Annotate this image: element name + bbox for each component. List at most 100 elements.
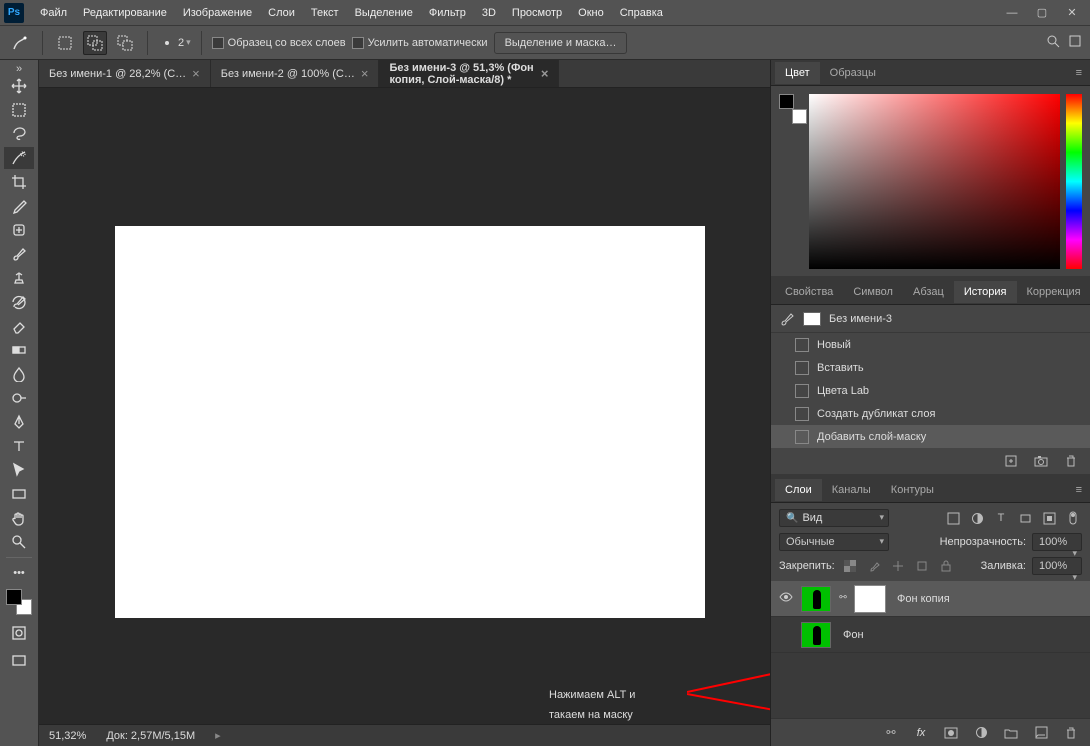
close-tab-icon[interactable]: × <box>541 66 549 81</box>
history-item[interactable]: Новый <box>771 333 1090 356</box>
close-tab-icon[interactable]: × <box>361 66 369 81</box>
toolbox-collapse[interactable]: » <box>4 64 34 74</box>
layer-name[interactable]: Фон копия <box>897 593 950 605</box>
filter-smart-icon[interactable] <box>1040 509 1058 527</box>
history-item[interactable]: Создать дубликат слоя <box>771 402 1090 425</box>
layer-thumbnail[interactable] <box>801 586 831 612</box>
fx-icon[interactable]: fx <box>912 724 930 742</box>
select-and-mask-button[interactable]: Выделение и маска… <box>494 32 628 54</box>
layer-mask-thumbnail[interactable] <box>855 586 885 612</box>
menu-item[interactable]: 3D <box>474 3 504 23</box>
lock-transparent-icon[interactable] <box>841 557 859 575</box>
brush-tool[interactable] <box>4 243 34 265</box>
healing-brush-tool[interactable] <box>4 219 34 241</box>
zoom-tool[interactable] <box>4 531 34 553</box>
layer-thumbnail[interactable] <box>801 622 831 648</box>
menu-item[interactable]: Текст <box>303 3 347 23</box>
rectangle-tool[interactable] <box>4 483 34 505</box>
type-tool[interactable] <box>4 435 34 457</box>
auto-enhance-checkbox[interactable]: Усилить автоматически <box>352 37 488 49</box>
marquee-tool[interactable] <box>4 99 34 121</box>
sample-all-layers-checkbox[interactable]: Образец со всех слоев <box>212 37 346 49</box>
filter-type-icon[interactable]: T <box>992 509 1010 527</box>
lock-position-icon[interactable] <box>889 557 907 575</box>
screen-mode-toggle[interactable] <box>4 650 34 672</box>
quick-mask-toggle[interactable] <box>4 622 34 644</box>
trash-icon[interactable] <box>1062 452 1080 470</box>
close-tab-icon[interactable]: × <box>192 66 200 81</box>
tab-Символ[interactable]: Символ <box>843 281 903 303</box>
mask-link-icon[interactable]: ⚯ <box>837 592 849 606</box>
background-color[interactable] <box>792 109 807 124</box>
quick-selection-tool[interactable] <box>4 147 34 169</box>
panel-menu-icon[interactable]: ≡ <box>1072 63 1086 83</box>
trash-icon[interactable] <box>1062 724 1080 742</box>
history-item[interactable]: Цвета Lab <box>771 379 1090 402</box>
menu-item[interactable]: Файл <box>32 3 75 23</box>
tab-Свойства[interactable]: Свойства <box>775 281 843 303</box>
selection-mode-add[interactable] <box>83 31 107 55</box>
layer-row[interactable]: ⚯ Фон копия <box>771 581 1090 617</box>
gradient-tool[interactable] <box>4 339 34 361</box>
tab-Абзац[interactable]: Абзац <box>903 281 954 303</box>
blend-mode-dropdown[interactable]: Обычные <box>779 533 889 551</box>
tab-Каналы[interactable]: Каналы <box>822 479 881 501</box>
path-selection-tool[interactable] <box>4 459 34 481</box>
selection-mode-new[interactable] <box>53 31 77 55</box>
adjustment-layer-icon[interactable] <box>972 724 990 742</box>
foreground-swatch[interactable] <box>6 589 22 605</box>
tab-История[interactable]: История <box>954 281 1017 303</box>
tab-Контуры[interactable]: Контуры <box>881 479 944 501</box>
doc-size[interactable]: Док: 2,57M/5,15M <box>106 730 195 742</box>
menu-item[interactable]: Редактирование <box>75 3 175 23</box>
lock-all-icon[interactable] <box>937 557 955 575</box>
group-icon[interactable] <box>1002 724 1020 742</box>
document-tab[interactable]: Без имени-1 @ 28,2% (С…× <box>39 60 211 87</box>
history-item[interactable]: Добавить слой-маску <box>771 425 1090 448</box>
lasso-tool[interactable] <box>4 123 34 145</box>
tab-color[interactable]: Цвет <box>775 62 820 84</box>
document-tab[interactable]: Без имени-3 @ 51,3% (Фон копия, Слой-мас… <box>379 60 559 87</box>
clone-stamp-tool[interactable] <box>4 267 34 289</box>
filter-shape-icon[interactable] <box>1016 509 1034 527</box>
hand-tool[interactable] <box>4 507 34 529</box>
eyedropper-tool[interactable] <box>4 195 34 217</box>
canvas-area[interactable]: Нажимаем ALT и такаем на маску <box>39 88 770 724</box>
move-tool[interactable] <box>4 75 34 97</box>
saturation-field[interactable] <box>809 94 1060 269</box>
fill-field[interactable]: 100% <box>1032 557 1082 575</box>
menu-item[interactable]: Изображение <box>175 3 260 23</box>
lock-artboard-icon[interactable] <box>913 557 931 575</box>
maximize-button[interactable]: ▢ <box>1028 4 1056 22</box>
menu-item[interactable]: Слои <box>260 3 303 23</box>
pen-tool[interactable] <box>4 411 34 433</box>
fgbg-mini[interactable] <box>779 94 803 118</box>
minimize-button[interactable]: — <box>998 4 1026 22</box>
share-icon[interactable] <box>1068 34 1082 51</box>
canvas[interactable] <box>115 226 705 618</box>
tab-Слои[interactable]: Слои <box>775 479 822 501</box>
filter-adjust-icon[interactable] <box>968 509 986 527</box>
search-icon[interactable] <box>1046 34 1060 51</box>
menu-item[interactable]: Просмотр <box>504 3 570 23</box>
layer-name[interactable]: Фон <box>843 629 864 641</box>
menu-item[interactable]: Фильтр <box>421 3 474 23</box>
eraser-tool[interactable] <box>4 315 34 337</box>
tab-Коррекция[interactable]: Коррекция <box>1017 281 1090 303</box>
color-swatches[interactable] <box>6 589 32 615</box>
link-layers-icon[interactable]: ⚯ <box>882 724 900 742</box>
opacity-field[interactable]: 100% <box>1032 533 1082 551</box>
brush-size-field[interactable]: 2 ▾ <box>158 34 191 52</box>
panel-menu-icon[interactable]: ≡ <box>1072 480 1086 500</box>
filter-pixel-icon[interactable] <box>944 509 962 527</box>
camera-icon[interactable] <box>1032 452 1050 470</box>
tab-swatches[interactable]: Образцы <box>820 62 886 84</box>
filter-toggle[interactable] <box>1064 509 1082 527</box>
current-tool-icon[interactable] <box>8 31 32 55</box>
history-brush-tool[interactable] <box>4 291 34 313</box>
document-tab[interactable]: Без имени-2 @ 100% (С…× <box>211 60 380 87</box>
menu-item[interactable]: Окно <box>570 3 612 23</box>
menu-item[interactable]: Выделение <box>347 3 421 23</box>
close-button[interactable]: ✕ <box>1058 4 1086 22</box>
foreground-color[interactable] <box>779 94 794 109</box>
